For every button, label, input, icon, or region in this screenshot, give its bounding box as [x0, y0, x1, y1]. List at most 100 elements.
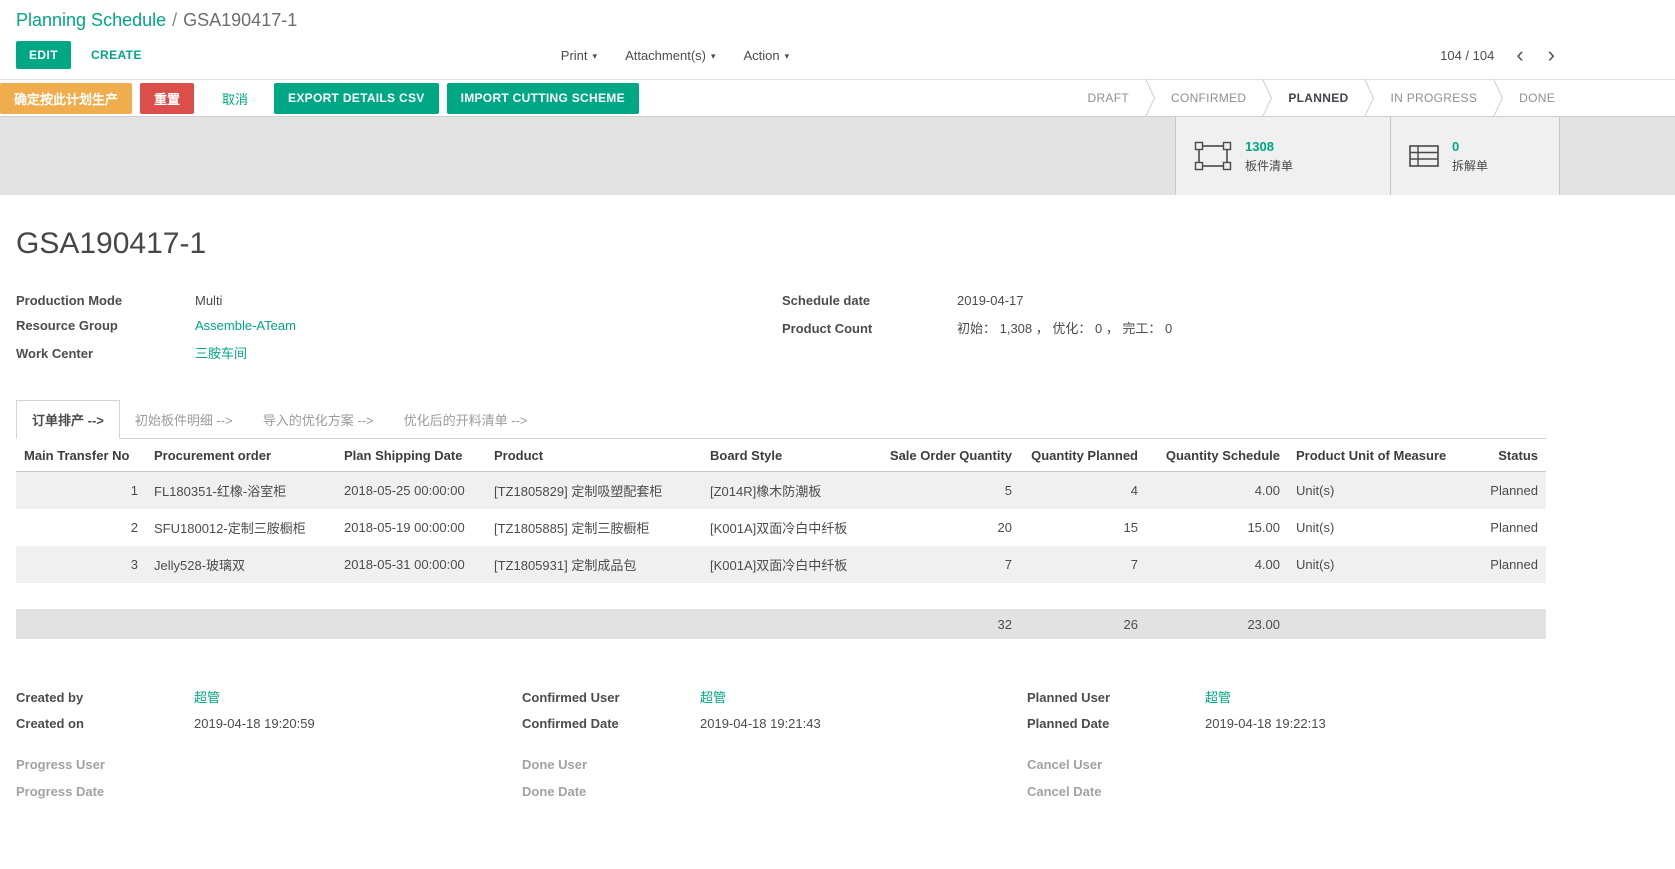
status-draft[interactable]: DRAFT	[1071, 91, 1145, 105]
cell-main-transfer-no: 3	[16, 546, 146, 583]
caret-down-icon: ▾	[711, 51, 716, 61]
pager-count: 104 / 104	[1440, 48, 1494, 63]
work-center-link[interactable]: 三胺车间	[195, 343, 247, 362]
production-mode-value: Multi	[195, 293, 222, 308]
column-header[interactable]: Main Transfer No	[16, 439, 146, 472]
stat-text: 1308 板件清单	[1245, 139, 1293, 174]
tab-initial-board-detail[interactable]: 初始板件明细 -->	[120, 401, 248, 438]
record-title: GSA190417-1	[16, 227, 1546, 261]
table-spacer	[16, 583, 1546, 609]
statusbar: 确定按此计划生产 重置 取消 EXPORT DETAILS CSV IMPORT…	[0, 79, 1675, 117]
field-label: Confirmed User	[522, 690, 700, 705]
field-label: Resource Group	[16, 318, 195, 333]
cell-status: Planned	[1466, 509, 1546, 546]
table-row[interactable]: 3 Jelly528-玻璃双 2018-05-31 00:00:00 [TZ18…	[16, 546, 1546, 583]
table-row[interactable]: 1 FL180351-红橡-浴室柜 2018-05-25 00:00:00 [T…	[16, 472, 1546, 510]
cell-sale-order-quantity: 5	[876, 472, 1020, 510]
field-label: Work Center	[16, 346, 195, 361]
create-button[interactable]: CREATE	[87, 41, 146, 69]
field-label: Planned User	[1027, 690, 1205, 705]
record-pager: 104 / 104 ‹ ›	[1440, 48, 1557, 63]
pager-next-icon[interactable]: ›	[1546, 48, 1557, 62]
audit-column-confirmed: Confirmed User 超管 Confirmed Date 2019-04…	[522, 687, 1027, 811]
cell-quantity-schedule: 4.00	[1146, 472, 1288, 510]
column-header[interactable]: Status	[1466, 439, 1546, 472]
field-label: Production Mode	[16, 293, 195, 308]
field-cancel-date: Cancel Date	[1027, 784, 1546, 801]
column-header[interactable]: Product	[486, 439, 702, 472]
cell-quantity-planned: 7	[1020, 546, 1146, 583]
pager-previous-icon[interactable]: ‹	[1514, 48, 1525, 62]
field-created-by: Created by 超管	[16, 687, 522, 706]
field-group-left: Production Mode Multi Resource Group Ass…	[16, 293, 782, 372]
field-label: Cancel Date	[1027, 784, 1205, 799]
field-cancel-user: Cancel User	[1027, 757, 1546, 774]
column-header[interactable]: Procurement order	[146, 439, 336, 472]
totals-empty-cell	[1466, 609, 1546, 639]
edit-button[interactable]: EDIT	[16, 41, 71, 69]
column-header[interactable]: Sale Order Quantity	[876, 439, 1020, 472]
cell-status: Planned	[1466, 546, 1546, 583]
field-planned-date: Planned Date 2019-04-18 19:22:13	[1027, 716, 1546, 733]
confirm-production-button[interactable]: 确定按此计划生产	[0, 83, 132, 114]
cell-quantity-schedule: 4.00	[1146, 546, 1288, 583]
field-label: Created by	[16, 690, 194, 705]
total-quantity-schedule: 23.00	[1146, 609, 1288, 639]
status-confirmed[interactable]: CONFIRMED	[1155, 91, 1262, 105]
breadcrumb-parent-link[interactable]: Planning Schedule	[16, 10, 166, 30]
field-resource-group: Resource Group Assemble-ATeam	[16, 318, 782, 333]
field-done-user: Done User	[522, 757, 1027, 774]
cell-plan-shipping-date: 2018-05-19 00:00:00	[336, 509, 486, 546]
planned-user-link[interactable]: 超管	[1205, 687, 1231, 706]
totals-empty-cell	[336, 609, 486, 639]
breadcrumb-separator: /	[172, 10, 177, 30]
status-pipeline: DRAFT CONFIRMED PLANNED IN PROGRESS DONE	[1071, 80, 1571, 116]
attachments-menu[interactable]: Attachment(s)▾	[625, 48, 715, 63]
export-details-csv-button[interactable]: EXPORT DETAILS CSV	[274, 83, 439, 114]
status-planned[interactable]: PLANNED	[1272, 91, 1364, 105]
column-header[interactable]: Quantity Planned	[1020, 439, 1146, 472]
totals-empty-cell	[1288, 609, 1466, 639]
notebook-tabs: 订单排产 --> 初始板件明细 --> 导入的优化方案 --> 优化后的开料清单…	[16, 400, 1546, 439]
status-done[interactable]: DONE	[1503, 91, 1571, 105]
board-list-stat-value: 1308	[1245, 139, 1293, 154]
planned-date-value: 2019-04-18 19:22:13	[1205, 716, 1326, 731]
print-menu[interactable]: Print▾	[561, 48, 597, 63]
audit-column-planned: Planned User 超管 Planned Date 2019-04-18 …	[1027, 687, 1546, 811]
resource-group-link[interactable]: Assemble-ATeam	[195, 318, 296, 333]
cell-board-style: [K001A]双面冷白中纤板	[702, 509, 876, 546]
action-menu-label: Action	[744, 48, 780, 63]
reset-button[interactable]: 重置	[140, 83, 194, 114]
field-production-mode: Production Mode Multi	[16, 293, 782, 308]
created-on-value: 2019-04-18 19:20:59	[194, 716, 315, 731]
field-label: Confirmed Date	[522, 716, 700, 731]
column-header[interactable]: Plan Shipping Date	[336, 439, 486, 472]
disassembly-stat-button[interactable]: 0 拆解单	[1390, 117, 1560, 195]
created-by-link[interactable]: 超管	[194, 687, 220, 706]
totals-empty-cell	[486, 609, 702, 639]
field-label: Progress User	[16, 757, 194, 772]
cell-product-uom: Unit(s)	[1288, 472, 1466, 510]
column-header[interactable]: Product Unit of Measure	[1288, 439, 1466, 472]
import-cutting-scheme-button[interactable]: IMPORT CUTTING SCHEME	[447, 83, 639, 114]
cancel-button[interactable]: 取消	[208, 83, 262, 114]
field-created-on: Created on 2019-04-18 19:20:59	[16, 716, 522, 733]
cell-quantity-planned: 4	[1020, 472, 1146, 510]
field-confirmed-user: Confirmed User 超管	[522, 687, 1027, 706]
tab-order-scheduling[interactable]: 订单排产 -->	[16, 400, 120, 439]
table-row[interactable]: 2 SFU180012-定制三胺橱柜 2018-05-19 00:00:00 […	[16, 509, 1546, 546]
control-panel: EDIT CREATE Print▾ Attachment(s)▾ Action…	[0, 33, 1675, 79]
column-header[interactable]: Quantity Schedule	[1146, 439, 1288, 472]
action-menu[interactable]: Action▾	[744, 48, 790, 63]
cell-procurement-order: FL180351-红橡-浴室柜	[146, 472, 336, 510]
board-list-stat-button[interactable]: 1308 板件清单	[1175, 117, 1390, 195]
tab-optimized-cutting-list[interactable]: 优化后的开料清单 -->	[389, 401, 543, 438]
cell-plan-shipping-date: 2018-05-25 00:00:00	[336, 472, 486, 510]
status-arrow-separator-icon	[1145, 79, 1155, 117]
column-header[interactable]: Board Style	[702, 439, 876, 472]
status-in-progress[interactable]: IN PROGRESS	[1374, 91, 1493, 105]
field-label: Schedule date	[782, 293, 957, 308]
tab-imported-optimization[interactable]: 导入的优化方案 -->	[248, 401, 389, 438]
confirmed-user-link[interactable]: 超管	[700, 687, 726, 706]
print-menu-label: Print	[561, 48, 588, 63]
